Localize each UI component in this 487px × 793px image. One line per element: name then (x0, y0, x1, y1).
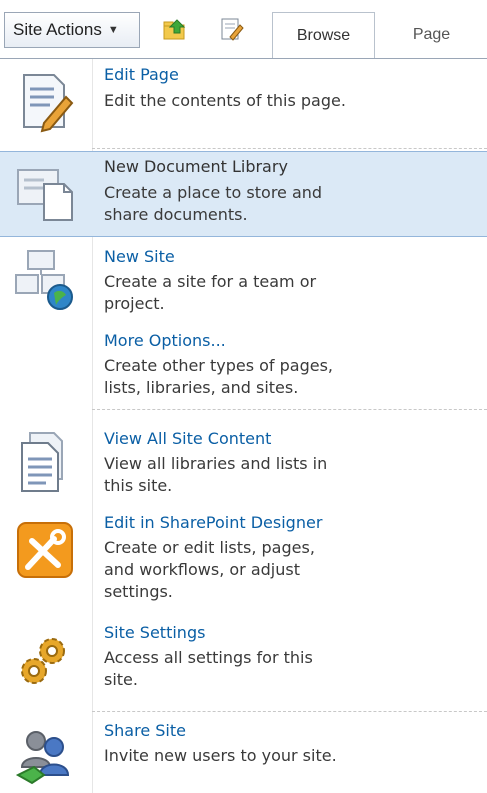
new-site-icon (15, 250, 73, 310)
menu-item-desc: this site. (104, 476, 173, 495)
menu-item-share-site[interactable]: Share Site Invite new users to your site… (0, 715, 487, 793)
site-content-icon (21, 432, 63, 492)
menu-item-desc: Create a place to store and (104, 183, 323, 202)
site-actions-button[interactable]: Site Actions ▼ (4, 12, 140, 48)
edit-icon[interactable] (218, 16, 244, 42)
menu-item-title: More Options... (104, 331, 226, 350)
tab-browse-label: Browse (296, 26, 351, 44)
navigate-up-icon[interactable] (162, 16, 188, 42)
menu-separator (92, 409, 487, 410)
menu-item-title: New Document Library (104, 157, 288, 176)
menu-item-desc: Create a site for a team or (104, 272, 317, 291)
menu-item-title: Site Settings (104, 623, 206, 642)
menu-item-desc: and workflows, or adjust (104, 560, 300, 579)
site-actions-menu: Edit Page Edit the contents of this page… (0, 58, 487, 793)
menu-item-more-options[interactable]: More Options... Create other types of pa… (0, 325, 487, 401)
ribbon: Site Actions ▼ Browse Page (0, 0, 487, 58)
gears-icon (21, 638, 65, 684)
tab-browse[interactable]: Browse (272, 12, 375, 58)
menu-item-desc: settings. (104, 582, 173, 601)
menu-item-desc: Create or edit lists, pages, (104, 538, 315, 557)
menu-item-desc: View all libraries and lists in (104, 454, 328, 473)
tab-page-label: Page (412, 26, 451, 43)
menu-item-desc: Access all settings for this (104, 648, 313, 667)
sharepoint-designer-icon (17, 522, 73, 578)
menu-item-desc: Edit the contents of this page. (104, 91, 346, 110)
menu-item-edit-in-sharepoint-designer[interactable]: Edit in SharePoint Designer Create or ed… (0, 509, 487, 615)
menu-separator (92, 148, 487, 149)
menu-item-new-site[interactable]: New Site Create a site for a team or pro… (0, 241, 487, 321)
edit-page-icon (23, 74, 74, 133)
menu-item-desc: site. (104, 670, 138, 689)
site-actions-label: Site Actions (13, 20, 102, 39)
menu-separator (92, 711, 487, 712)
document-library-icon (17, 169, 73, 221)
menu-item-desc: Create other types of pages, (104, 356, 334, 375)
tab-page[interactable]: Page (376, 12, 487, 58)
menu-item-title: Share Site (104, 721, 186, 740)
menu-item-desc: lists, libraries, and sites. (104, 378, 299, 397)
menu-item-title: Edit Page (104, 65, 179, 84)
menu-item-desc: project. (104, 294, 165, 313)
menu-item-title: New Site (104, 247, 175, 266)
menu-item-site-settings[interactable]: Site Settings Access all settings for th… (0, 619, 487, 707)
menu-item-edit-page[interactable]: Edit Page Edit the contents of this page… (0, 59, 487, 149)
menu-item-desc: share documents. (104, 205, 248, 224)
menu-item-title: Edit in SharePoint Designer (104, 513, 323, 532)
share-site-icon (15, 731, 70, 785)
chevron-down-icon: ▼ (107, 24, 119, 36)
menu-item-new-document-library[interactable]: New Document Library Create a place to s… (0, 151, 487, 237)
menu-item-desc: Invite new users to your site. (104, 746, 337, 765)
menu-item-view-all-site-content[interactable]: View All Site Content View all libraries… (0, 421, 487, 501)
menu-item-title: View All Site Content (104, 429, 272, 448)
